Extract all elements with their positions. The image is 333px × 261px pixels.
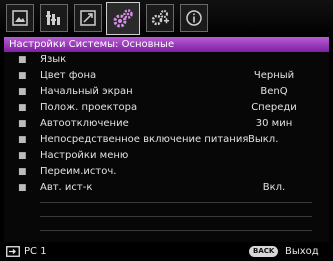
bullet-icon: ■ [18,103,27,113]
menu-item-value: Спереди [251,102,297,113]
tab-info[interactable] [180,4,208,32]
display-icon [12,10,28,26]
menu-item-auto-source[interactable]: ■ Авт. ист-к Вкл. [4,180,329,196]
empty-row-divider [40,216,312,217]
current-source-label: PC 1 [24,246,47,257]
menu-item-value: Черный [253,70,295,81]
menu-item-value: BenQ [260,86,288,97]
menu-item-value: Выкл. [248,134,279,145]
advanced-settings-icon [151,10,169,26]
menu-item-menu-settings[interactable]: ■ Настройки меню [4,148,329,164]
exit-label: Выход [285,246,319,257]
menu-item-language[interactable]: ■ Язык [4,52,329,68]
bottom-bar: PC 1 BACK Выход [0,242,333,261]
image-resize-icon [80,10,96,26]
menu-item-label: Полож. проектора [40,102,138,113]
menu-item-value: 30 мин [255,118,293,129]
bullet-icon: ■ [18,135,27,145]
menu-item-label: Автоотключение [40,118,129,129]
bullet-icon: ■ [18,55,27,65]
bullet-icon: ■ [18,151,27,161]
menu-title: Настройки Системы: Основные [4,37,329,52]
menu-item-label: Настройки меню [40,150,129,161]
menu-item-label: Непосредственное включение питания [40,134,249,145]
tab-bar [0,0,333,37]
tab-display[interactable] [6,4,34,32]
menu-item-rename-source[interactable]: ■ Переим.источ. [4,164,329,180]
info-icon [186,10,202,26]
bullet-icon: ■ [18,71,27,81]
menu-item-projector-position[interactable]: ■ Полож. проектора Спереди [4,100,329,116]
menu-item-label: Начальный экран [40,86,133,97]
input-source-icon [6,246,20,257]
tab-system-settings[interactable] [106,2,140,35]
empty-row-divider [40,202,312,203]
menu-item-label: Язык [40,54,67,65]
bullet-icon: ■ [18,183,27,193]
menu-item-splash-screen[interactable]: ■ Начальный экран BenQ [4,84,329,100]
menu-item-label: Цвет фона [40,70,97,81]
menu-item-label: Переим.источ. [40,166,117,177]
menu-item-auto-off[interactable]: ■ Автоотключение 30 мин [4,116,329,132]
tab-advanced[interactable] [146,4,174,32]
menu-item-direct-power-on[interactable]: ■ Непосредственное включение питания Вык… [4,132,329,148]
projector-osd: Настройки Системы: Основные ■ Язык ■ Цве… [0,0,333,261]
tab-picture[interactable] [40,4,68,32]
back-button[interactable]: BACK [249,246,279,257]
picture-adjust-icon [46,11,60,25]
menu-item-value: Вкл. [262,182,286,193]
bullet-icon: ■ [18,87,27,97]
menu-item-background-color[interactable]: ■ Цвет фона Черный [4,68,329,84]
empty-row-divider [40,230,312,231]
bullet-icon: ■ [18,167,27,177]
settings-gears-icon [113,8,133,27]
bullet-icon: ■ [18,119,27,129]
tab-image[interactable] [74,4,102,32]
menu-list: ■ Язык ■ Цвет фона Черный ■ Начальный эк… [4,52,329,242]
menu-item-label: Авт. ист-к [40,182,93,193]
